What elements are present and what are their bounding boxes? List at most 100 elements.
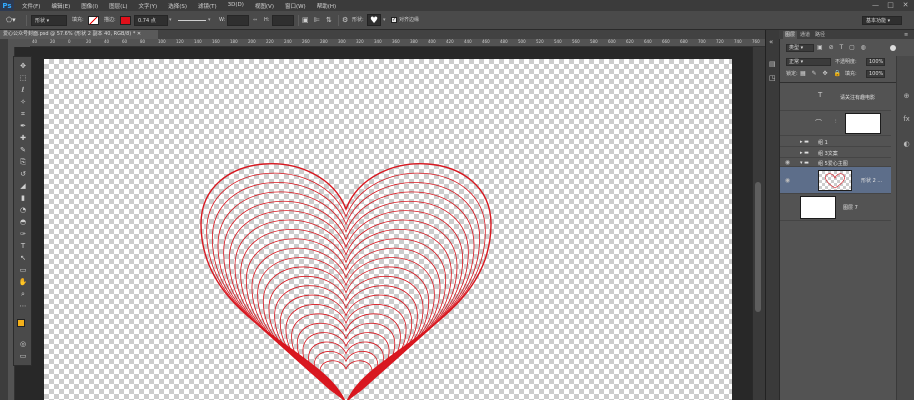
shape-tool-icon[interactable]: ▭	[17, 265, 29, 275]
layer-style-icon[interactable]: fx	[902, 115, 911, 124]
align-edges-checkbox[interactable]: ✓	[391, 17, 397, 23]
eraser-tool-icon[interactable]: ◢	[17, 181, 29, 191]
link-layers-icon[interactable]: ⊕	[902, 92, 911, 101]
history-icon[interactable]: ▤	[769, 60, 776, 68]
pen-tool-icon[interactable]: ✑	[17, 229, 29, 239]
menu-item[interactable]: 视图(V)	[255, 2, 274, 10]
quick-mask-icon[interactable]: ◎	[17, 339, 29, 349]
tab-layers[interactable]: 图层	[783, 31, 798, 39]
expand-arrow-icon[interactable]: ▸ ▬	[800, 150, 809, 156]
menu-item[interactable]: 窗口(W)	[285, 2, 306, 10]
move-tool-icon[interactable]: ✥	[17, 61, 29, 71]
menu-item[interactable]: 3D(D)	[228, 2, 244, 10]
ruler-tick-label: 220	[266, 39, 274, 44]
visibility-toggle[interactable]	[784, 120, 791, 127]
panel-menu-icon[interactable]: ≡	[902, 31, 910, 39]
foreground-color-swatch[interactable]	[17, 319, 25, 327]
filter-toggle[interactable]	[890, 45, 896, 51]
tab-channels[interactable]: 通道	[798, 31, 812, 39]
menu-item[interactable]: 帮助(H)	[317, 2, 336, 10]
width-input[interactable]	[227, 15, 249, 26]
maximize-button[interactable]: □	[886, 1, 895, 10]
clone-tool-icon[interactable]: ⎘	[17, 157, 29, 167]
mask-icon[interactable]: ◐	[902, 140, 911, 149]
shape-mode-select[interactable]: 形状 ▾	[31, 15, 67, 26]
screen-mode-icon[interactable]: ▭	[17, 351, 29, 361]
stroke-width-input[interactable]: 0.74 点	[134, 15, 168, 26]
visibility-toggle[interactable]	[784, 149, 791, 156]
menu-item[interactable]: 编辑(E)	[51, 2, 70, 10]
collapse-arrow-icon[interactable]: ▾ ▬	[800, 160, 809, 166]
lock-icons[interactable]: ▦ ✎ ✥ 🔒	[800, 70, 843, 77]
expand-arrow-icon[interactable]: ▸ ▬	[800, 139, 809, 145]
marquee-tool-icon[interactable]: ⬚	[17, 73, 29, 83]
layers-scrollbar[interactable]	[896, 56, 914, 400]
dodge-tool-icon[interactable]: ◓	[17, 217, 29, 227]
edit-toolbar-tool-icon[interactable]: ⋯	[17, 301, 29, 311]
menu-item[interactable]: 图像(I)	[81, 2, 98, 10]
close-tab-icon[interactable]: ✕	[137, 31, 141, 37]
stroke-swatch[interactable]	[120, 16, 131, 25]
menu-item[interactable]: 文字(Y)	[139, 2, 158, 10]
menu-item[interactable]: 选择(S)	[168, 2, 187, 10]
healing-tool-icon[interactable]: ✚	[17, 133, 29, 143]
fill-swatch[interactable]	[88, 16, 99, 25]
workspace-select[interactable]: 基本功能 ▾	[862, 16, 902, 25]
crop-tool-icon[interactable]: ⌗	[17, 109, 29, 119]
document-tab[interactable]: 爱心公众号封面.psd @ 57.6% (形状 2 副本 40, RGB/8) …	[0, 30, 158, 39]
hand-tool-icon[interactable]: ✋	[17, 277, 29, 287]
layer-row-pixel[interactable]: 图层 7	[780, 194, 891, 221]
menu-item[interactable]: 图层(L)	[109, 2, 127, 10]
menu-item[interactable]: 文件(F)	[22, 2, 40, 10]
type-tool-icon[interactable]: T	[17, 241, 29, 251]
visibility-toggle[interactable]	[784, 138, 791, 145]
eye-icon[interactable]: ◉	[784, 159, 791, 166]
path-arrangement-icon[interactable]: ⇅	[326, 15, 332, 26]
opacity-input[interactable]: 100%	[866, 58, 885, 66]
fill-input[interactable]: 100%	[866, 70, 885, 78]
quick-select-tool-icon[interactable]: ✧	[17, 97, 29, 107]
history-brush-tool-icon[interactable]: ↺	[17, 169, 29, 179]
heart-shape-picker[interactable]: ♥	[367, 14, 381, 26]
tab-paths[interactable]: 路径	[813, 31, 827, 39]
path-alignment-icon[interactable]: ⊫	[314, 15, 320, 26]
ruler-tick-label: 340	[374, 39, 382, 44]
shape-dropdown-icon[interactable]: ▾	[383, 15, 386, 26]
layer-row-text[interactable]: T 请关注有趣电影	[780, 84, 891, 111]
properties-icon[interactable]: ◳	[769, 74, 776, 82]
blur-tool-icon[interactable]: ◔	[17, 205, 29, 215]
stroke-width-dropdown-icon[interactable]: ▾	[169, 15, 172, 26]
eye-icon[interactable]: ◉	[784, 177, 791, 184]
tool-preset-icon[interactable]: ⬠▾	[6, 15, 20, 26]
stroke-type-dropdown-icon[interactable]: ▾	[208, 15, 211, 26]
path-select-tool-icon[interactable]: ↖	[17, 253, 29, 263]
menu-item[interactable]: 滤镜(T)	[198, 2, 217, 10]
layer-thumbnail	[800, 196, 836, 219]
visibility-toggle[interactable]	[784, 204, 791, 211]
heart-curve	[274, 285, 418, 400]
brush-tool-icon[interactable]: ✎	[17, 145, 29, 155]
minimize-button[interactable]: —	[871, 1, 880, 10]
gear-icon[interactable]: ⚙	[342, 15, 348, 26]
filter-icons[interactable]: ▣ ⊘ T ▢ ◍	[817, 44, 868, 51]
eyedropper-tool-icon[interactable]: ✒	[17, 121, 29, 131]
collapse-icon[interactable]: «	[769, 38, 773, 46]
zoom-tool-icon[interactable]: ⌕	[17, 289, 29, 299]
layer-row-group-1[interactable]: ▸ ▬ 组 1	[780, 136, 891, 147]
path-operations-icon[interactable]: ▣	[302, 15, 309, 26]
layer-filter-select[interactable]: 类型 ▾	[786, 44, 814, 52]
stroke-type-line[interactable]	[178, 20, 206, 21]
layer-row-group-5[interactable]: ◉ ▾ ▬ 组 5爱心主图	[780, 158, 891, 167]
layer-row-shape[interactable]: ⌒ ⁝	[780, 111, 891, 136]
layer-row-group-3[interactable]: ▸ ▬ 组 3文案	[780, 147, 891, 158]
link-icon[interactable]: ⇔	[253, 15, 257, 26]
visibility-toggle[interactable]	[784, 94, 791, 101]
vertical-scroll-thumb[interactable]	[755, 182, 761, 312]
close-button[interactable]: ✕	[901, 1, 910, 10]
gradient-tool-icon[interactable]: ▮	[17, 193, 29, 203]
height-input[interactable]	[272, 15, 294, 26]
layer-row-shape-selected[interactable]: ◉ 形状 2 ...	[780, 167, 891, 194]
lasso-tool-icon[interactable]: ℓ	[17, 85, 29, 95]
canvas[interactable]	[44, 59, 732, 400]
blend-mode-select[interactable]: 正常 ▾	[786, 58, 831, 66]
